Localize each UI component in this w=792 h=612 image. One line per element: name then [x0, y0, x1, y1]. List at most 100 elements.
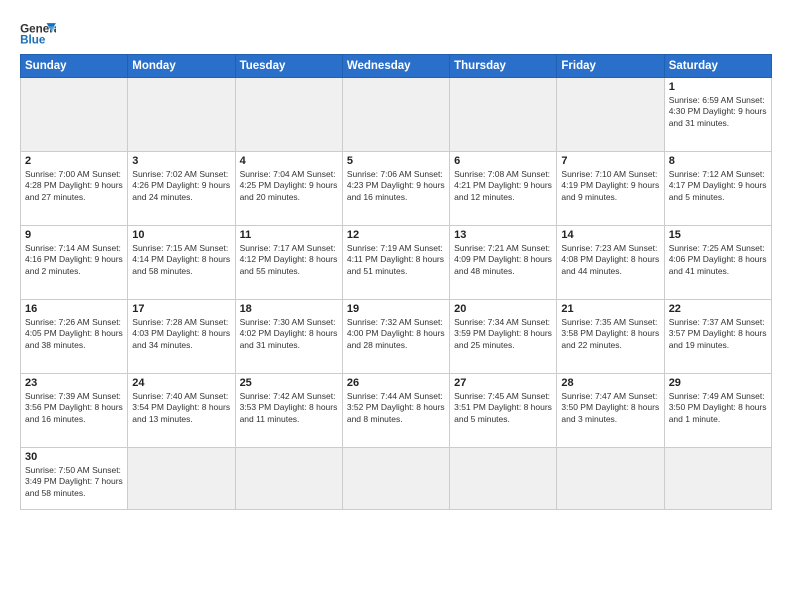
calendar-cell [235, 78, 342, 152]
calendar-cell [450, 448, 557, 510]
weekday-header-wednesday: Wednesday [342, 55, 449, 78]
weekday-header-sunday: Sunday [21, 55, 128, 78]
calendar-cell [557, 78, 664, 152]
calendar-cell: 12 Sunrise: 7:19 AM Sunset: 4:11 PM Dayli… [342, 226, 449, 300]
calendar-cell: 8Sunrise: 7:12 AM Sunset: 4:17 PM Daylig… [664, 152, 771, 226]
calendar-cell: 5 Sunrise: 7:06 AM Sunset: 4:23 PM Daylig… [342, 152, 449, 226]
day-info: Sunrise: 7:21 AM Sunset: 4:09 PM Dayligh… [454, 243, 552, 277]
calendar-cell: 25Sunrise: 7:42 AM Sunset: 3:53 PM Dayli… [235, 374, 342, 448]
calendar-cell [21, 78, 128, 152]
calendar-cell: 18 Sunrise: 7:30 AM Sunset: 4:02 PM Dayli… [235, 300, 342, 374]
day-info: Sunrise: 7:08 AM Sunset: 4:21 PM Dayligh… [454, 169, 552, 203]
day-info: Sunrise: 7:50 AM Sunset: 3:49 PM Dayligh… [25, 465, 123, 499]
calendar-cell: 9 Sunrise: 7:14 AM Sunset: 4:16 PM Daylig… [21, 226, 128, 300]
day-number: 15 [669, 229, 767, 241]
weekday-header-monday: Monday [128, 55, 235, 78]
day-info: Sunrise: 7:23 AM Sunset: 4:08 PM Dayligh… [561, 243, 659, 277]
day-info: Sunrise: 7:39 AM Sunset: 3:56 PM Dayligh… [25, 391, 123, 425]
day-info: Sunrise: 7:17 AM Sunset: 4:12 PM Dayligh… [240, 243, 338, 277]
day-info: Sunrise: 7:30 AM Sunset: 4:02 PM Dayligh… [240, 317, 338, 351]
calendar-cell: 4 Sunrise: 7:04 AM Sunset: 4:25 PM Daylig… [235, 152, 342, 226]
day-info: Sunrise: 7:26 AM Sunset: 4:05 PM Dayligh… [25, 317, 123, 351]
day-info: Sunrise: 7:19 AM Sunset: 4:11 PM Dayligh… [347, 243, 445, 277]
day-info: Sunrise: 7:14 AM Sunset: 4:16 PM Dayligh… [25, 243, 123, 277]
day-number: 18 [240, 303, 338, 315]
weekday-header-thursday: Thursday [450, 55, 557, 78]
calendar-cell [128, 448, 235, 510]
calendar-cell: 7 Sunrise: 7:10 AM Sunset: 4:19 PM Daylig… [557, 152, 664, 226]
weekday-header-saturday: Saturday [664, 55, 771, 78]
day-number: 30 [25, 451, 123, 463]
calendar-table: SundayMondayTuesdayWednesdayThursdayFrid… [20, 54, 772, 510]
calendar-cell: 2 Sunrise: 7:00 AM Sunset: 4:28 PM Daylig… [21, 152, 128, 226]
calendar-cell: 20Sunrise: 7:34 AM Sunset: 3:59 PM Dayli… [450, 300, 557, 374]
calendar-cell: 27Sunrise: 7:45 AM Sunset: 3:51 PM Dayli… [450, 374, 557, 448]
calendar-cell: 1 Sunrise: 6:59 AM Sunset: 4:30 PM Daylig… [664, 78, 771, 152]
calendar-week-row: 30 Sunrise: 7:50 AM Sunset: 3:49 PM Dayli… [21, 448, 772, 510]
calendar-week-row: 16 Sunrise: 7:26 AM Sunset: 4:05 PM Dayli… [21, 300, 772, 374]
day-number: 2 [25, 155, 123, 167]
day-number: 6 [454, 155, 552, 167]
day-number: 10 [132, 229, 230, 241]
day-number: 25 [240, 377, 338, 389]
calendar-week-row: 9 Sunrise: 7:14 AM Sunset: 4:16 PM Daylig… [21, 226, 772, 300]
weekday-header-friday: Friday [557, 55, 664, 78]
day-info: Sunrise: 7:49 AM Sunset: 3:50 PM Dayligh… [669, 391, 767, 425]
calendar-cell: 14Sunrise: 7:23 AM Sunset: 4:08 PM Dayli… [557, 226, 664, 300]
day-info: Sunrise: 7:25 AM Sunset: 4:06 PM Dayligh… [669, 243, 767, 277]
day-number: 22 [669, 303, 767, 315]
calendar-cell: 15 Sunrise: 7:25 AM Sunset: 4:06 PM Dayli… [664, 226, 771, 300]
day-info: Sunrise: 7:10 AM Sunset: 4:19 PM Dayligh… [561, 169, 659, 203]
weekday-header-tuesday: Tuesday [235, 55, 342, 78]
calendar-cell: 26Sunrise: 7:44 AM Sunset: 3:52 PM Dayli… [342, 374, 449, 448]
calendar-week-row: 2 Sunrise: 7:00 AM Sunset: 4:28 PM Daylig… [21, 152, 772, 226]
day-number: 21 [561, 303, 659, 315]
day-number: 11 [240, 229, 338, 241]
day-info: Sunrise: 7:00 AM Sunset: 4:28 PM Dayligh… [25, 169, 123, 203]
calendar-cell: 21 Sunrise: 7:35 AM Sunset: 3:58 PM Dayli… [557, 300, 664, 374]
calendar-header-row: SundayMondayTuesdayWednesdayThursdayFrid… [21, 55, 772, 78]
calendar-cell: 30 Sunrise: 7:50 AM Sunset: 3:49 PM Dayli… [21, 448, 128, 510]
day-number: 29 [669, 377, 767, 389]
day-info: Sunrise: 7:02 AM Sunset: 4:26 PM Dayligh… [132, 169, 230, 203]
calendar-cell: 11 Sunrise: 7:17 AM Sunset: 4:12 PM Dayli… [235, 226, 342, 300]
calendar-cell: 29 Sunrise: 7:49 AM Sunset: 3:50 PM Dayli… [664, 374, 771, 448]
day-number: 23 [25, 377, 123, 389]
day-number: 3 [132, 155, 230, 167]
calendar-cell: 28Sunrise: 7:47 AM Sunset: 3:50 PM Dayli… [557, 374, 664, 448]
calendar-cell [450, 78, 557, 152]
calendar-cell [342, 448, 449, 510]
day-number: 19 [347, 303, 445, 315]
day-number: 16 [25, 303, 123, 315]
day-number: 27 [454, 377, 552, 389]
day-info: Sunrise: 6:59 AM Sunset: 4:30 PM Dayligh… [669, 95, 767, 129]
day-number: 24 [132, 377, 230, 389]
header: General Blue [20, 16, 772, 48]
day-info: Sunrise: 7:06 AM Sunset: 4:23 PM Dayligh… [347, 169, 445, 203]
logo-icon: General Blue [20, 20, 56, 48]
day-number: 4 [240, 155, 338, 167]
calendar-cell: 22 Sunrise: 7:37 AM Sunset: 3:57 PM Dayli… [664, 300, 771, 374]
day-info: Sunrise: 7:44 AM Sunset: 3:52 PM Dayligh… [347, 391, 445, 425]
day-number: 5 [347, 155, 445, 167]
day-info: Sunrise: 7:37 AM Sunset: 3:57 PM Dayligh… [669, 317, 767, 351]
calendar-cell: 13Sunrise: 7:21 AM Sunset: 4:09 PM Dayli… [450, 226, 557, 300]
calendar-cell: 17 Sunrise: 7:28 AM Sunset: 4:03 PM Dayli… [128, 300, 235, 374]
day-info: Sunrise: 7:04 AM Sunset: 4:25 PM Dayligh… [240, 169, 338, 203]
day-info: Sunrise: 7:40 AM Sunset: 3:54 PM Dayligh… [132, 391, 230, 425]
day-number: 12 [347, 229, 445, 241]
day-number: 7 [561, 155, 659, 167]
day-number: 9 [25, 229, 123, 241]
day-number: 28 [561, 377, 659, 389]
day-info: Sunrise: 7:12 AM Sunset: 4:17 PM Dayligh… [669, 169, 767, 203]
day-number: 17 [132, 303, 230, 315]
calendar-cell [557, 448, 664, 510]
day-number: 1 [669, 81, 767, 93]
calendar-cell [128, 78, 235, 152]
calendar-cell: 19Sunrise: 7:32 AM Sunset: 4:00 PM Dayli… [342, 300, 449, 374]
day-info: Sunrise: 7:28 AM Sunset: 4:03 PM Dayligh… [132, 317, 230, 351]
day-info: Sunrise: 7:35 AM Sunset: 3:58 PM Dayligh… [561, 317, 659, 351]
calendar-cell: 23 Sunrise: 7:39 AM Sunset: 3:56 PM Dayli… [21, 374, 128, 448]
logo: General Blue [20, 20, 56, 48]
calendar-cell [342, 78, 449, 152]
